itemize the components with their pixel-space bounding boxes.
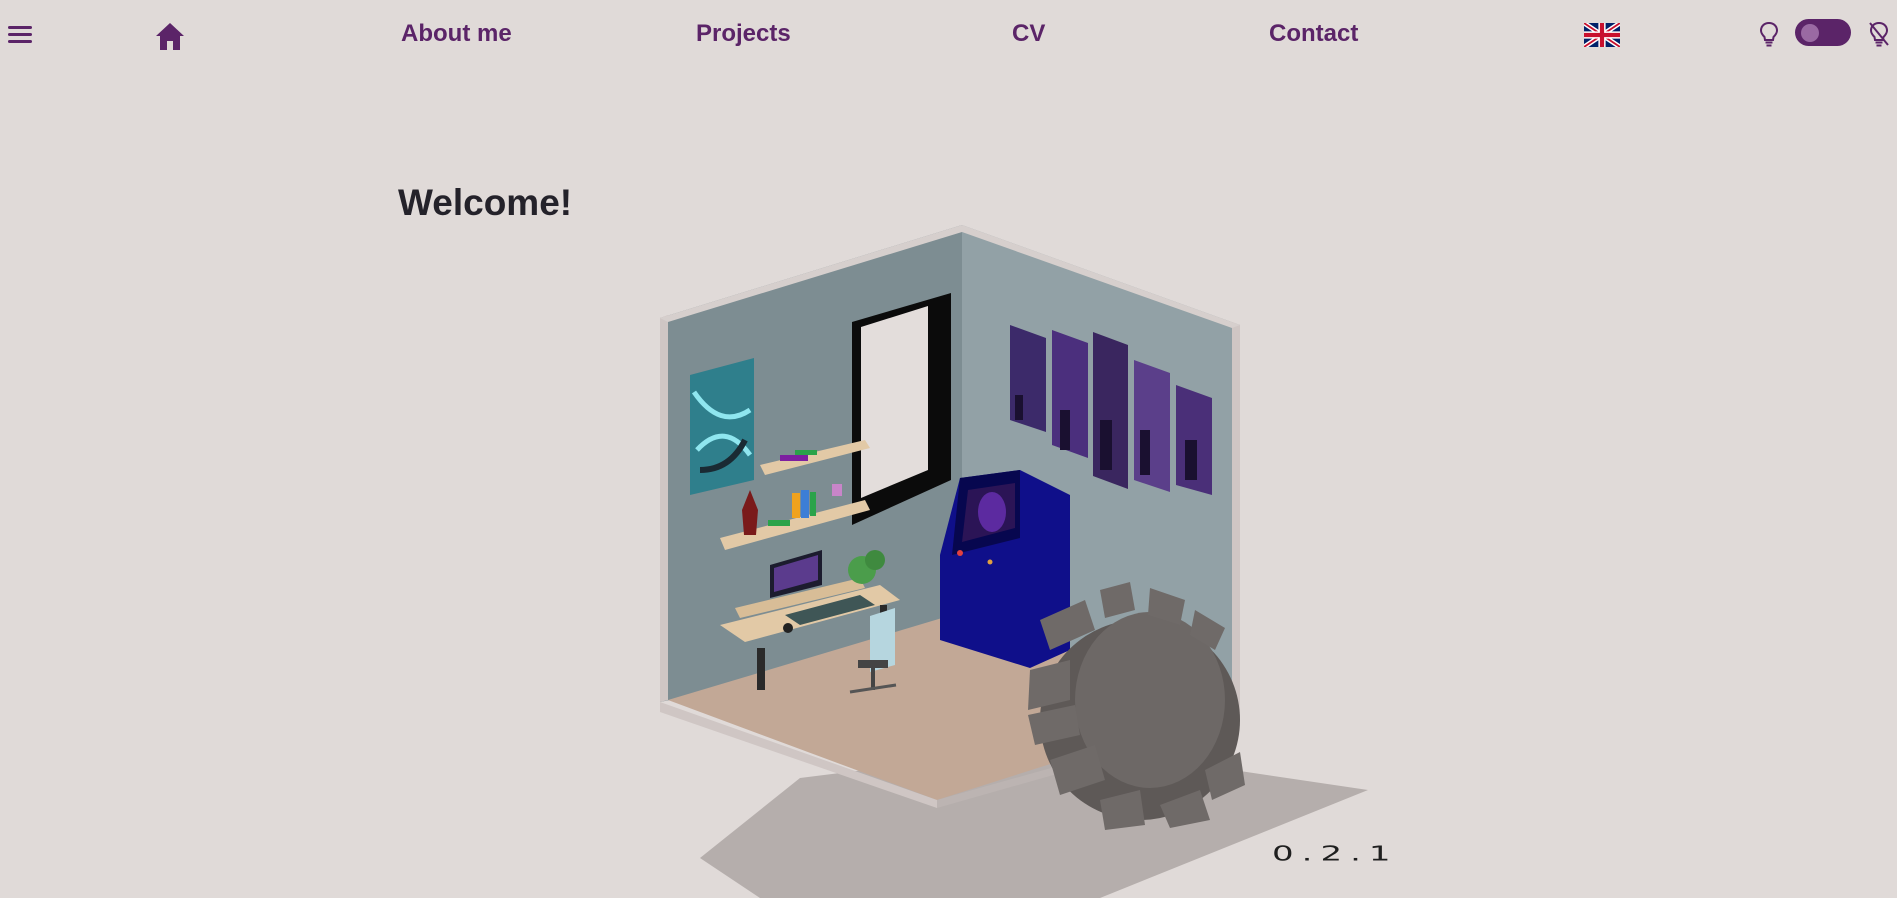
window-glass: [861, 306, 928, 498]
right-wall-edge: [1232, 322, 1240, 715]
city-panel-4: [1134, 360, 1170, 492]
left-wall-edge: [660, 315, 668, 702]
isometric-room-3d-scene[interactable]: [0, 0, 1897, 898]
abstract-painting: [690, 358, 754, 495]
version-label: 0.2.1: [1272, 842, 1399, 866]
